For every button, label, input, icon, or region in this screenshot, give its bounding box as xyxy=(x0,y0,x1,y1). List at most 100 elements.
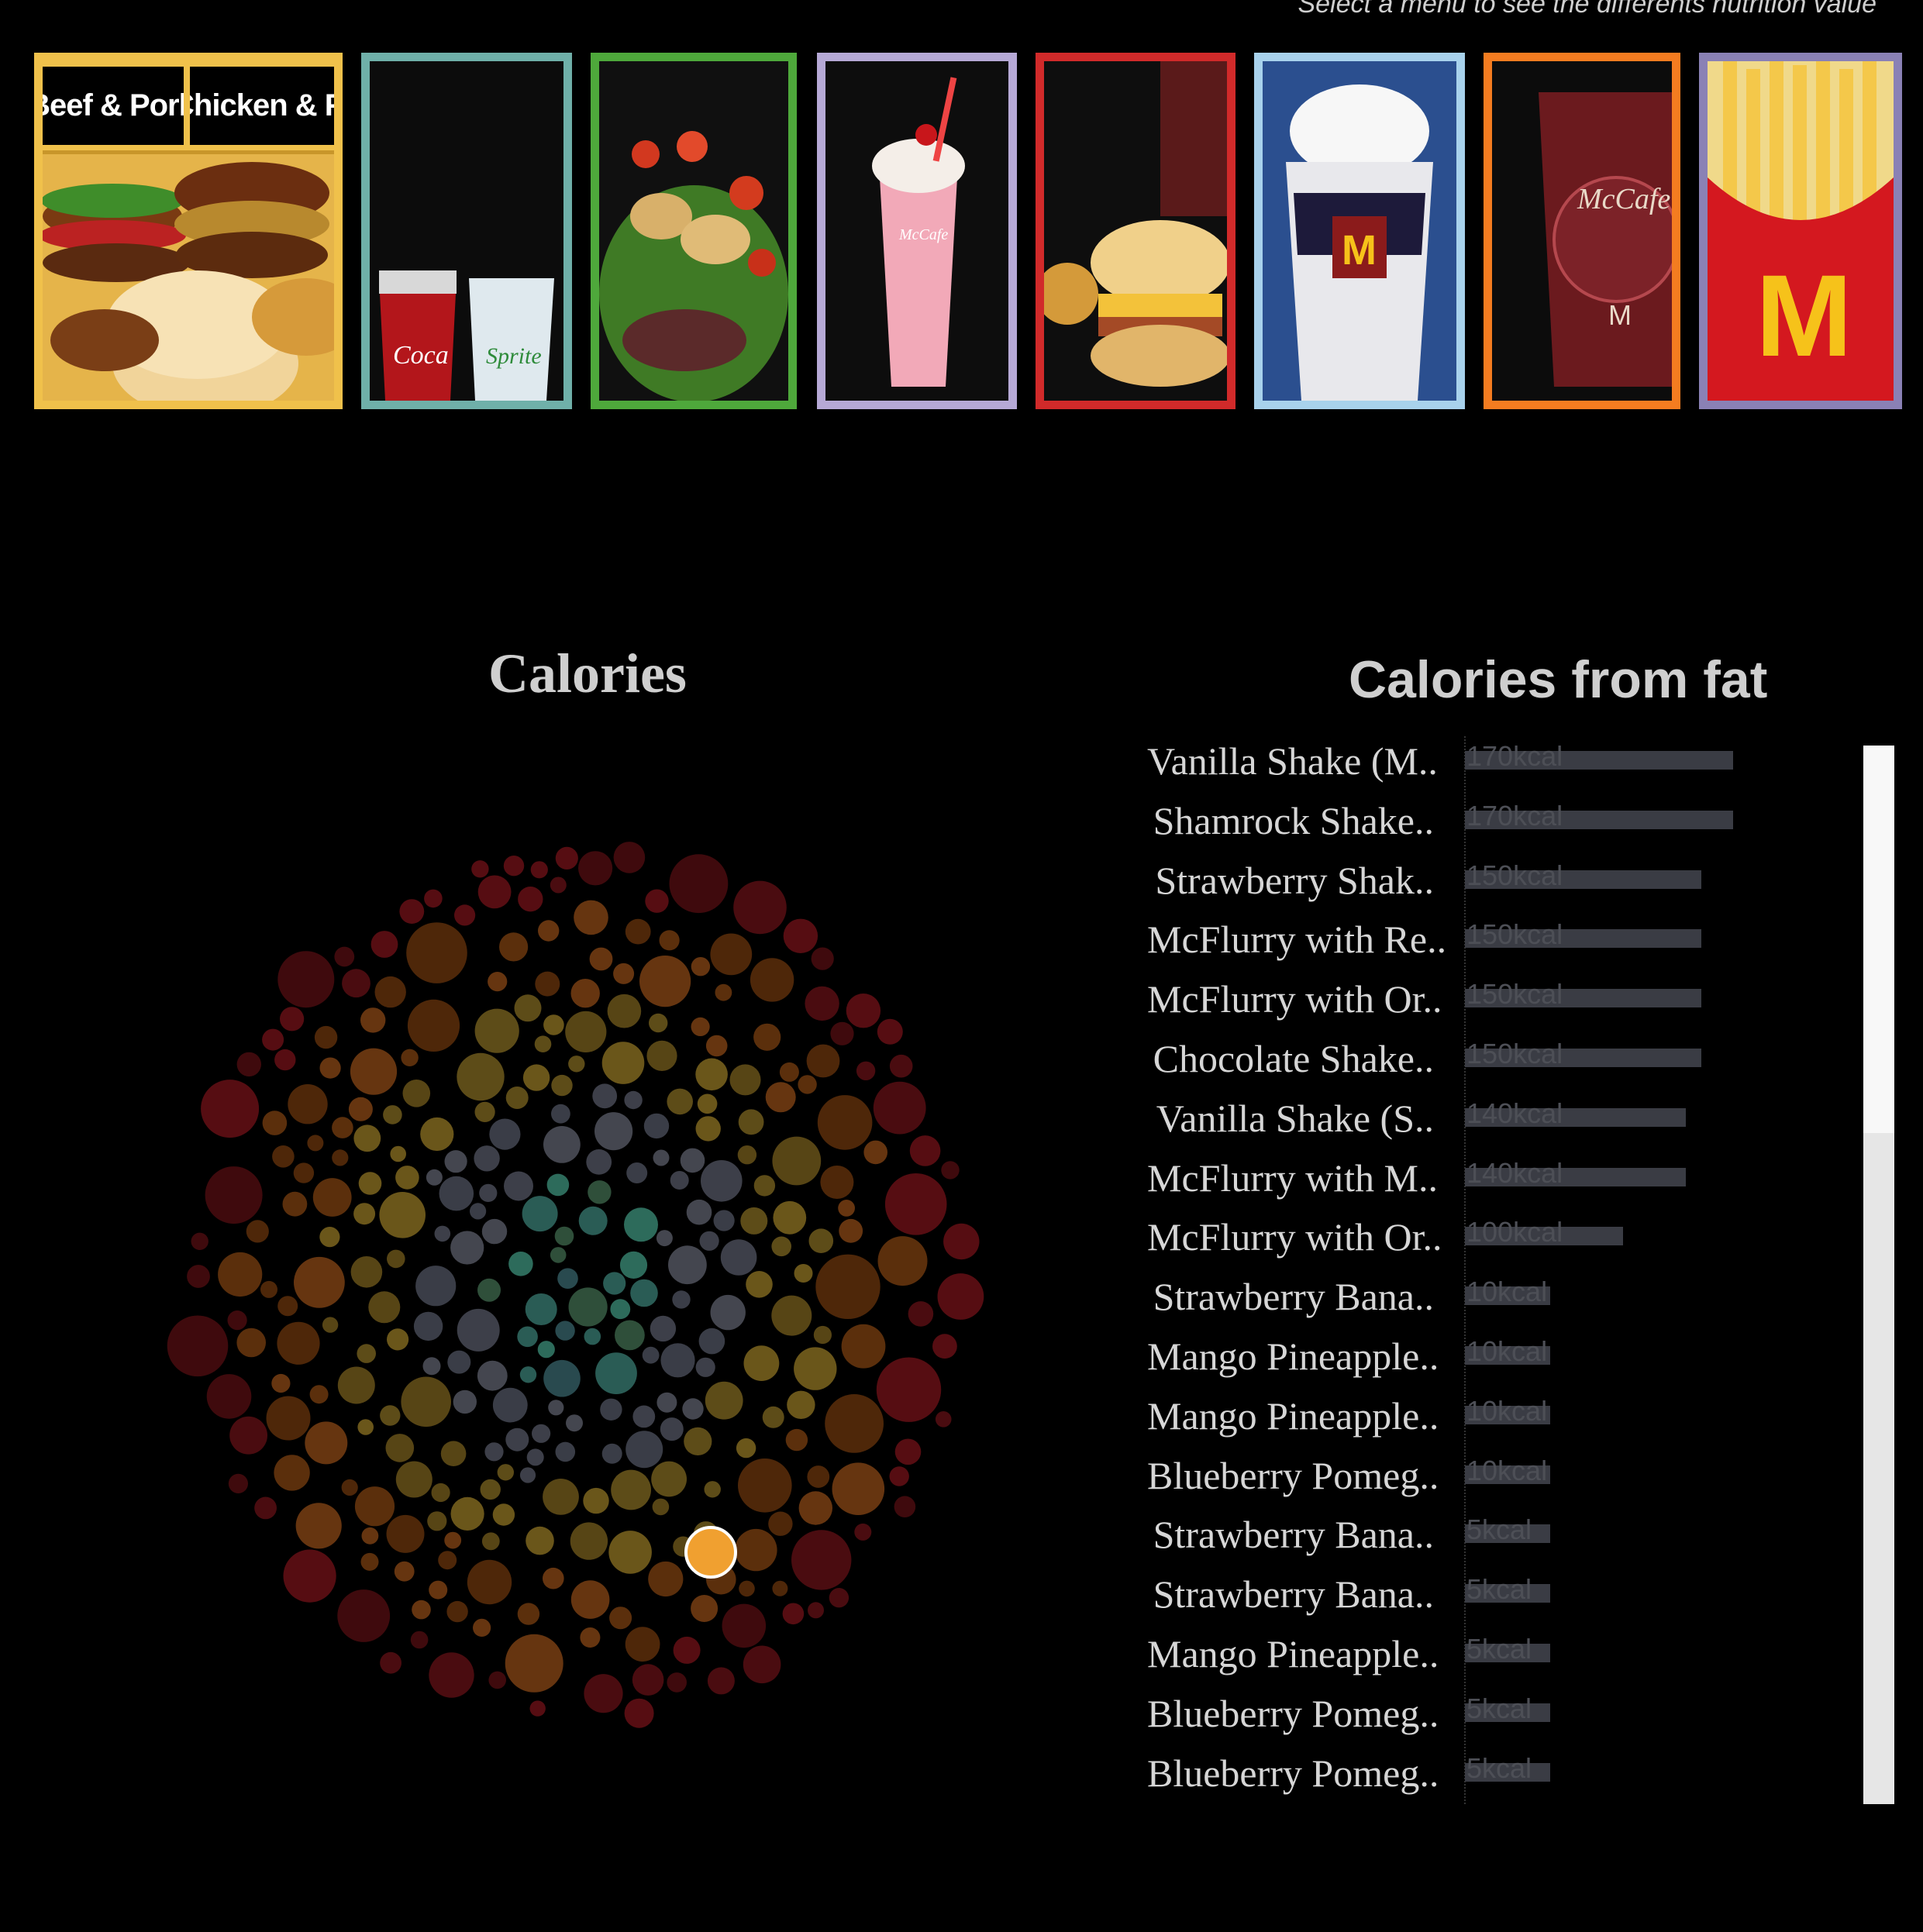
calorie-bubble[interactable] xyxy=(557,1268,578,1289)
calorie-bubble[interactable] xyxy=(337,1589,391,1642)
calorie-bubble[interactable] xyxy=(695,1357,715,1377)
calorie-bubble[interactable] xyxy=(334,946,355,967)
fat-list-row[interactable]: Blueberry Pomeg.. 10kcal xyxy=(1147,1447,1736,1507)
calorie-bubble[interactable] xyxy=(294,1256,345,1308)
fat-list-scroll-thumb[interactable] xyxy=(1863,746,1894,1133)
calorie-bubble[interactable] xyxy=(415,1266,457,1307)
calorie-bubble[interactable] xyxy=(407,999,460,1052)
calorie-bubble[interactable] xyxy=(737,1145,757,1165)
calorie-bubble[interactable] xyxy=(603,1272,626,1295)
calorie-bubble[interactable] xyxy=(439,1176,474,1211)
calorie-bubble[interactable] xyxy=(624,1698,654,1728)
calorie-bubble[interactable] xyxy=(601,1443,622,1464)
calorie-bubble[interactable] xyxy=(609,1607,632,1630)
calorie-bubble[interactable] xyxy=(532,1424,551,1443)
calorie-bubble[interactable] xyxy=(771,1295,812,1336)
calorie-bubble[interactable] xyxy=(586,1149,612,1175)
calorie-bubble[interactable] xyxy=(584,1674,623,1713)
calorie-bubble[interactable] xyxy=(474,1145,500,1172)
calorie-bubble[interactable] xyxy=(935,1411,952,1427)
calorie-bubble[interactable] xyxy=(319,1057,341,1079)
calorie-bubble[interactable] xyxy=(691,957,711,976)
calorie-bubble[interactable] xyxy=(565,1011,607,1052)
calorie-bubble[interactable] xyxy=(555,1441,576,1462)
calorie-bubble[interactable] xyxy=(394,1561,415,1582)
calorie-bubble[interactable] xyxy=(274,1455,310,1491)
calorie-bubble[interactable] xyxy=(773,1200,807,1235)
calorie-bubble[interactable] xyxy=(271,1373,291,1393)
calorie-bubble[interactable] xyxy=(410,1631,429,1649)
calorie-bubble[interactable] xyxy=(201,1080,260,1138)
calorie-bubble[interactable] xyxy=(386,1328,409,1351)
fat-list-row[interactable]: Blueberry Pomeg.. 5kcal xyxy=(1147,1685,1736,1744)
menu-card-beef-pork[interactable]: Beef & Pork Chicken & F.. xyxy=(34,53,343,409)
calorie-bubble[interactable] xyxy=(660,1343,695,1378)
calorie-bubble[interactable] xyxy=(697,1093,718,1114)
calorie-bubble[interactable] xyxy=(353,1124,381,1152)
calorie-bubble[interactable] xyxy=(467,1559,512,1605)
calorie-bubble[interactable] xyxy=(266,1396,311,1441)
calorie-bubble[interactable] xyxy=(440,1441,467,1466)
calorie-bubble[interactable] xyxy=(206,1374,252,1419)
calorie-bubble[interactable] xyxy=(492,1503,515,1526)
calorie-bubble[interactable] xyxy=(841,1324,886,1369)
calorie-bubble[interactable] xyxy=(288,1084,328,1124)
calorie-bubble[interactable] xyxy=(592,1083,618,1109)
calorie-bubble[interactable] xyxy=(385,1434,415,1462)
calorie-bubble[interactable] xyxy=(613,963,635,984)
calorie-bubble[interactable] xyxy=(632,1664,664,1696)
calorie-bubble[interactable] xyxy=(517,1326,538,1348)
calorie-bubble[interactable] xyxy=(350,1256,383,1288)
calorie-bubble[interactable] xyxy=(785,1428,808,1452)
calorie-bubble[interactable] xyxy=(522,1064,550,1091)
calorie-bubble[interactable] xyxy=(477,875,512,909)
calorie-bubble[interactable] xyxy=(830,1021,854,1045)
calorie-bubble[interactable] xyxy=(632,1405,656,1428)
calorie-bubble[interactable] xyxy=(815,1254,881,1319)
calorie-bubble[interactable] xyxy=(656,1230,673,1247)
calorie-bubble[interactable] xyxy=(578,1206,608,1235)
calorie-bubble[interactable] xyxy=(650,1315,677,1342)
calorie-bubble[interactable] xyxy=(477,1360,508,1391)
calorie-bubble[interactable] xyxy=(669,854,729,914)
calorie-bubble[interactable] xyxy=(457,1052,505,1101)
calorie-bubble[interactable] xyxy=(625,1627,660,1662)
calorie-bubble[interactable] xyxy=(839,1218,863,1243)
calorie-bubble[interactable] xyxy=(254,1496,277,1520)
calorie-bubble[interactable] xyxy=(630,1279,658,1307)
calorie-bubble[interactable] xyxy=(798,1075,817,1094)
calorie-bubble[interactable] xyxy=(293,1162,315,1183)
calorie-bubble[interactable] xyxy=(518,887,543,912)
calorie-bubble[interactable] xyxy=(434,1225,451,1242)
calorie-bubble[interactable] xyxy=(817,1095,873,1150)
calorie-bubble[interactable] xyxy=(624,1207,658,1242)
calorie-bubble[interactable] xyxy=(471,860,489,878)
calorie-bubble[interactable] xyxy=(811,947,834,970)
calorie-bubble[interactable] xyxy=(782,1603,805,1625)
calorie-bubble[interactable] xyxy=(750,958,794,1002)
calorie-bubble[interactable] xyxy=(227,1310,247,1331)
calorie-bubble[interactable] xyxy=(360,1552,379,1571)
calorie-bubble[interactable] xyxy=(551,1104,570,1124)
calorie-bubble[interactable] xyxy=(825,1394,884,1453)
calorie-bubble[interactable] xyxy=(450,1231,484,1265)
calorie-bubble[interactable] xyxy=(480,1479,501,1500)
calorie-bubble[interactable] xyxy=(236,1328,267,1358)
calorie-bubble[interactable] xyxy=(653,1149,670,1166)
calorie-bubble[interactable] xyxy=(470,1203,487,1220)
calorie-bubble[interactable] xyxy=(505,1634,563,1693)
calorie-bubble[interactable] xyxy=(649,1013,668,1033)
calorie-bubble[interactable] xyxy=(517,1603,540,1625)
calorie-bubble[interactable] xyxy=(477,1278,501,1302)
calorie-bubble[interactable] xyxy=(768,1511,793,1536)
calorie-bubble[interactable] xyxy=(526,1526,554,1555)
fat-list-row[interactable]: Vanilla Shake (S.. 140kcal xyxy=(1147,1090,1736,1149)
calorie-bubble[interactable] xyxy=(672,1290,691,1309)
calorie-bubble[interactable] xyxy=(387,1249,405,1269)
calorie-bubble[interactable] xyxy=(386,1514,425,1553)
calorie-bubble[interactable] xyxy=(380,1405,401,1426)
calorie-bubble[interactable] xyxy=(608,1531,652,1574)
calorie-bubble[interactable] xyxy=(595,1352,637,1394)
calorie-bubble[interactable] xyxy=(611,1469,651,1510)
calorie-bubble[interactable] xyxy=(519,1467,536,1483)
